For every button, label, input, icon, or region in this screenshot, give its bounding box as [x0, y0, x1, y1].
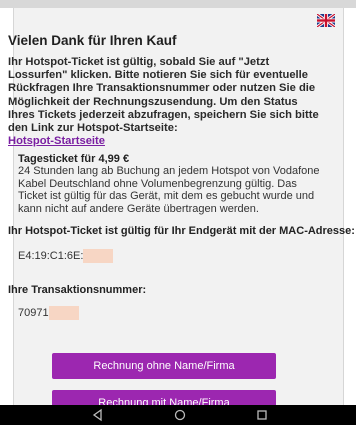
mac-value: E4:19:C1:6E: [18, 249, 114, 263]
ticket-details: Tagesticket für 4,99 € 24 Stunden lang a… [18, 153, 326, 215]
uk-flag-icon[interactable] [316, 12, 336, 29]
transaction-number: 70971 [18, 306, 49, 319]
hotspot-start-link[interactable]: Hotspot-Startseite [8, 135, 326, 148]
transaction-label: Ihre Transaktionsnummer: [8, 284, 147, 296]
android-nav-bar [0, 405, 356, 425]
mac-label: Ihr Hotspot-Ticket ist gültig für Ihr En… [8, 225, 355, 237]
invoice-without-name-button[interactable]: Rechnung ohne Name/Firma [52, 353, 276, 379]
page-title: Vielen Dank für Ihren Kauf [8, 33, 177, 48]
mac-address: E4:19:C1:6E: [18, 249, 84, 262]
home-icon[interactable] [172, 408, 188, 422]
back-icon[interactable] [90, 408, 106, 422]
ticket-name: Tagesticket für 4,99 € [18, 153, 130, 165]
info-text: Ihr Hotspot-Ticket ist gültig, sobald Si… [8, 56, 326, 148]
transaction-value: 70971 [18, 306, 79, 320]
redaction-mask [83, 249, 114, 263]
redaction-mask [48, 306, 79, 320]
recents-icon[interactable] [254, 408, 270, 422]
info-paragraph: Ihr Hotspot-Ticket ist gültig, sobald Si… [8, 56, 319, 135]
ticket-description: 24 Stunden lang ab Buchung an jedem Hots… [18, 165, 320, 215]
status-bar [0, 0, 356, 8]
